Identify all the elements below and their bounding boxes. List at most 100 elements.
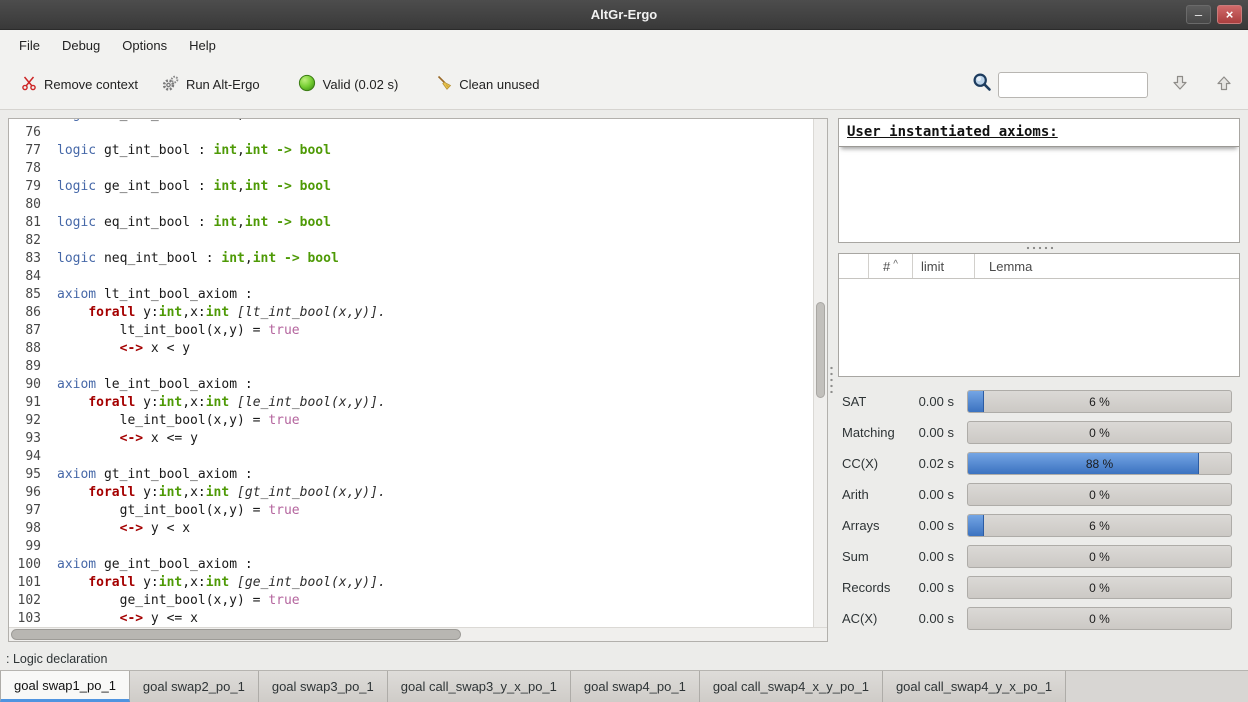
code-line[interactable]: ge_int_bool(x,y) = true [57, 593, 813, 611]
lemma-table: # ^ limit Lemma [838, 253, 1240, 377]
stat-progressbar: 0 % [967, 483, 1232, 506]
code-editor: 7576777879808182838485868788899091929394… [8, 118, 828, 642]
line-number: 99 [9, 539, 41, 557]
magnifier-icon [972, 72, 992, 97]
code-line[interactable]: forall y:int,x:int [lt_int_bool(x,y)]. [57, 305, 813, 323]
window-title: AltGr-Ergo [591, 7, 657, 22]
stat-time: 0.00 s [906, 394, 954, 409]
menu-debug[interactable]: Debug [51, 30, 111, 60]
stat-time: 0.00 s [906, 611, 954, 626]
code-line[interactable] [57, 269, 813, 287]
code-line[interactable]: <-> y <= x [57, 611, 813, 627]
code-line[interactable] [57, 233, 813, 251]
line-number: 82 [9, 233, 41, 251]
code-line[interactable]: forall y:int,x:int [gt_int_bool(x,y)]. [57, 485, 813, 503]
splitter-dots-icon [1025, 246, 1053, 250]
stat-label: Matching [842, 425, 906, 440]
stats-list: SAT0.00 s6 %Matching0.00 s0 %CC(X)0.02 s… [842, 390, 1232, 638]
status-text: : Logic declaration [6, 652, 107, 666]
result-status: Valid (0.02 s) [289, 67, 408, 102]
horizontal-scrollbar-thumb[interactable] [11, 629, 461, 640]
tab-goal-call-swap4-y-x-po-1[interactable]: goal call_swap4_y_x_po_1 [883, 671, 1066, 702]
stat-progressbar: 0 % [967, 607, 1232, 630]
code-line[interactable] [57, 449, 813, 467]
column-header-lemma[interactable]: Lemma [975, 254, 1239, 278]
instantiated-axioms-panel: User instantiated axioms: [838, 118, 1240, 243]
tab-goal-call-swap4-x-y-po-1[interactable]: goal call_swap4_x_y_po_1 [700, 671, 883, 702]
code-line[interactable]: logic eq_int_bool : int,int -> bool [57, 215, 813, 233]
code-line[interactable]: gt_int_bool(x,y) = true [57, 503, 813, 521]
line-number: 91 [9, 395, 41, 413]
code-line[interactable]: logic ge_int_bool : int,int -> bool [57, 179, 813, 197]
code-line[interactable] [57, 359, 813, 377]
progress-text: 0 % [968, 422, 1231, 443]
column-header-stub [839, 254, 869, 278]
gears-icon [162, 75, 179, 95]
result-status-label: Valid (0.02 s) [323, 77, 399, 92]
tab-goal-call-swap3-y-x-po-1[interactable]: goal call_swap3_y_x_po_1 [388, 671, 571, 702]
progress-text: 0 % [968, 577, 1231, 598]
code-line[interactable]: logic neq_int_bool : int,int -> bool [57, 251, 813, 269]
menu-file[interactable]: File [8, 30, 51, 60]
column-header-number[interactable]: # ^ [869, 254, 913, 278]
line-number: 90 [9, 377, 41, 395]
code-line[interactable] [57, 197, 813, 215]
stat-time: 0.00 s [906, 549, 954, 564]
code-line[interactable]: <-> x < y [57, 341, 813, 359]
line-number: 92 [9, 413, 41, 431]
code-line[interactable]: axiom ge_int_bool_axiom : [57, 557, 813, 575]
line-number: 81 [9, 215, 41, 233]
code-line[interactable]: axiom gt_int_bool_axiom : [57, 467, 813, 485]
titlebar: AltGr-Ergo – × [0, 0, 1248, 30]
code-line[interactable]: <-> x <= y [57, 431, 813, 449]
stat-row-sat: SAT0.00 s6 % [842, 390, 1232, 413]
menu-options[interactable]: Options [111, 30, 178, 60]
code-line[interactable]: <-> y < x [57, 521, 813, 539]
jump-up-button[interactable] [1212, 71, 1236, 98]
axioms-header-row[interactable]: User instantiated axioms: [839, 119, 1239, 147]
run-alt-ergo-button[interactable]: Run Alt-Ergo [153, 68, 269, 102]
line-number: 84 [9, 269, 41, 287]
tab-goal-swap2-po-1[interactable]: goal swap2_po_1 [130, 671, 259, 702]
minimize-button[interactable]: – [1186, 5, 1211, 24]
editor-viewport[interactable]: 7576777879808182838485868788899091929394… [9, 119, 813, 627]
jump-down-button[interactable] [1168, 71, 1192, 98]
editor-horizontal-scrollbar[interactable] [9, 628, 813, 641]
code-line[interactable] [57, 161, 813, 179]
stat-progressbar: 0 % [967, 576, 1232, 599]
tab-goal-swap1-po-1[interactable]: goal swap1_po_1 [0, 671, 130, 702]
panel-splitter-handle[interactable] [829, 365, 834, 393]
code-line[interactable] [57, 125, 813, 143]
code-line[interactable]: lt_int_bool(x,y) = true [57, 323, 813, 341]
search-input[interactable] [998, 72, 1148, 98]
tab-goal-swap3-po-1[interactable]: goal swap3_po_1 [259, 671, 388, 702]
broom-icon [436, 75, 452, 94]
line-number: 80 [9, 197, 41, 215]
vertical-scrollbar-thumb[interactable] [816, 302, 825, 399]
code-line[interactable]: le_int_bool(x,y) = true [57, 413, 813, 431]
stat-row-sum: Sum0.00 s0 % [842, 545, 1232, 568]
editor-vertical-scrollbar[interactable] [813, 119, 827, 627]
line-number: 100 [9, 557, 41, 575]
main-area: 7576777879808182838485868788899091929394… [0, 110, 1248, 648]
column-header-limit[interactable]: limit [913, 254, 975, 278]
tab-goal-swap4-po-1[interactable]: goal swap4_po_1 [571, 671, 700, 702]
line-number: 102 [9, 593, 41, 611]
code-line[interactable] [57, 539, 813, 557]
code-line[interactable]: forall y:int,x:int [le_int_bool(x,y)]. [57, 395, 813, 413]
stat-label: Records [842, 580, 906, 595]
editor-code-lines[interactable]: logic le_int_bool : int,int -> boollogic… [49, 119, 813, 627]
code-line[interactable]: forall y:int,x:int [ge_int_bool(x,y)]. [57, 575, 813, 593]
axioms-lemma-splitter[interactable] [838, 243, 1240, 253]
remove-context-button[interactable]: Remove context [12, 68, 147, 101]
window-buttons: – × [1186, 5, 1242, 24]
stat-label: CC(X) [842, 456, 906, 471]
search-area [972, 72, 1148, 98]
code-line[interactable]: axiom lt_int_bool_axiom : [57, 287, 813, 305]
clean-unused-label: Clean unused [459, 77, 539, 92]
code-line[interactable]: logic gt_int_bool : int,int -> bool [57, 143, 813, 161]
menu-help[interactable]: Help [178, 30, 227, 60]
code-line[interactable]: axiom le_int_bool_axiom : [57, 377, 813, 395]
clean-unused-button[interactable]: Clean unused [427, 68, 548, 101]
close-button[interactable]: × [1217, 5, 1242, 24]
